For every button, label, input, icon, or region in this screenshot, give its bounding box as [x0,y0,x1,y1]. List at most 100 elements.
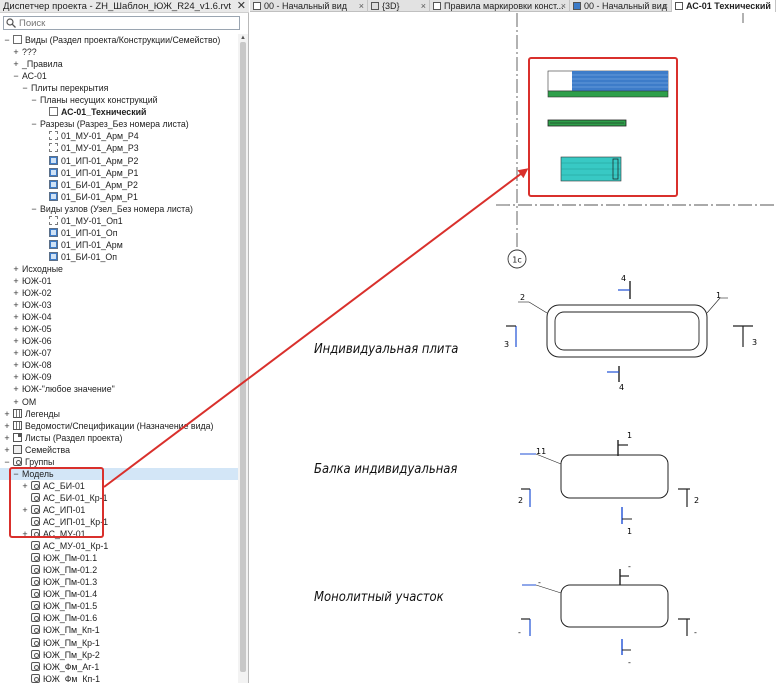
search-box[interactable] [3,16,240,30]
collapse-icon[interactable]: − [30,118,38,130]
tree-row[interactable]: − Плиты перекрытия [0,82,238,94]
tree-row-label: Исходные [22,263,63,274]
tree-row[interactable]: + Исходные [0,263,238,275]
tree-row[interactable]: ЮЖ_Пм_Кр-2 [0,649,238,661]
tree-row[interactable]: 01_МУ-01_Оп1 [0,215,238,227]
tree-row[interactable]: − Виды (Раздел проекта/Конструкции/Семейс… [0,34,238,46]
tree-row[interactable]: + _Правила [0,58,238,70]
close-icon[interactable]: × [421,0,426,12]
tree-row[interactable]: + ЮЖ-08 [0,359,238,371]
collapse-icon[interactable]: − [3,34,11,46]
tree-row[interactable]: − Группы [0,456,238,468]
view-tab[interactable]: 00 - Начальный вид × [250,0,368,12]
tree-row[interactable]: 01_МУ-01_Арм_Р4 [0,130,238,142]
expand-icon[interactable]: + [12,311,20,323]
tree-row[interactable]: 01_ИП-01_Оп [0,227,238,239]
expand-icon[interactable]: + [12,359,20,371]
tree-row[interactable]: + Легенды [0,408,238,420]
tree-row[interactable]: − АС-01 [0,70,238,82]
tree-row[interactable]: + ЮЖ-03 [0,299,238,311]
tree-row[interactable]: ЮЖ_Пм-01.5 [0,600,238,612]
tree-row[interactable]: − Виды узлов (Узел_Без номера листа) [0,203,238,215]
collapse-icon[interactable]: − [12,70,20,82]
browser-title-text: Диспетчер проекта - ZH_Шаблон_ЮЖ_R24_v1.… [3,1,232,12]
tree-row[interactable]: 01_ИП-01_Арм [0,239,238,251]
tree-row[interactable]: 01_ИП-01_Арм_Р1 [0,167,238,179]
tree-row[interactable]: + ЮЖ-"любое значение" [0,383,238,395]
tree-row-label: Ведомости/Спецификации (Назначение вида) [25,420,214,431]
expand-icon[interactable]: + [12,287,20,299]
expand-icon[interactable]: + [12,275,20,287]
collapse-icon[interactable]: − [30,203,38,215]
expand-icon[interactable]: + [12,396,20,408]
sheet-icon [433,2,441,10]
tree-row[interactable]: ЮЖ_Фм_Кп-1 [0,673,238,683]
tree-row[interactable]: ЮЖ_Пм-01.3 [0,576,238,588]
expand-icon[interactable]: + [3,408,11,420]
expand-icon[interactable]: + [3,444,11,456]
tree-row[interactable]: − Разрезы (Разрез_Без номера листа) [0,118,238,130]
tree-row[interactable]: + ЮЖ-05 [0,323,238,335]
expand-icon[interactable]: + [12,383,20,395]
scroll-up-icon[interactable]: ▲ [239,34,247,42]
close-icon[interactable]: × [663,0,668,12]
tree-row[interactable]: − Планы несущих конструкций [0,94,238,106]
search-input[interactable] [19,17,234,29]
collapse-icon[interactable]: − [21,82,29,94]
tree-row[interactable]: ЮЖ_Пм-01.1 [0,552,238,564]
close-icon[interactable]: × [561,0,566,12]
tree-row[interactable]: ЮЖ_Пм-01.6 [0,612,238,624]
group-icon [31,577,40,587]
tree-row[interactable]: + Ведомости/Спецификации (Назначение вида… [0,420,238,432]
tree-row[interactable]: + ЮЖ-04 [0,311,238,323]
view-tab[interactable]: {3D} × [368,0,430,12]
close-icon[interactable]: ✕ [237,0,246,12]
monolith-section[interactable] [521,569,690,655]
tree-row[interactable]: + ЮЖ-09 [0,371,238,383]
expand-icon[interactable]: + [12,371,20,383]
tree-row[interactable]: 01_БИ-01_Оп [0,251,238,263]
tree-row[interactable]: АС_МУ-01_Кр-1 [0,540,238,552]
tree-row[interactable]: ЮЖ_Пм_Кп-1 [0,624,238,636]
tree-row[interactable]: + Семейства [0,444,238,456]
expand-icon[interactable]: + [12,323,20,335]
view-tab[interactable]: АС-01 Технический [672,0,776,12]
tree-row[interactable]: ЮЖ_Пм-01.4 [0,588,238,600]
collapse-icon[interactable]: − [3,456,11,468]
expand-icon[interactable]: + [12,46,20,58]
view-tab[interactable]: Правила маркировки конст... × [430,0,570,12]
monolith-mark-right: - [694,628,697,637]
expand-icon[interactable]: + [12,299,20,311]
slab-tag-right: 1 [716,291,721,300]
view-tab[interactable]: 00 - Начальный вид × [570,0,672,12]
tree-row[interactable]: 01_БИ-01_Арм_Р2 [0,179,238,191]
tree-row[interactable]: + ОМ [0,396,238,408]
expand-icon[interactable]: + [12,263,20,275]
tree-row[interactable]: ЮЖ_Пм_Кр-1 [0,637,238,649]
tree-row[interactable]: 01_ИП-01_Арм_Р2 [0,155,238,167]
tree-row[interactable]: + ЮЖ-07 [0,347,238,359]
collapse-icon[interactable]: − [30,94,38,106]
tree-row-label: Семейства [25,444,70,455]
tree-row[interactable]: 01_БИ-01_Арм_Р1 [0,191,238,203]
expand-icon[interactable]: + [12,58,20,70]
tree-row[interactable]: +??? [0,46,238,58]
group-icon [31,601,40,611]
tree-row[interactable]: + ЮЖ-06 [0,335,238,347]
tree-row[interactable]: ЮЖ_Пм-01.2 [0,564,238,576]
tree-row-label: Разрезы (Разрез_Без номера листа) [40,119,189,130]
tree-row[interactable]: + ЮЖ-02 [0,287,238,299]
tree-row[interactable]: ЮЖ_Фм_Аг-1 [0,661,238,673]
tree-row[interactable]: 01_МУ-01_Арм_Р3 [0,142,238,154]
browser-scroll-thumb[interactable] [240,42,246,672]
tree-row[interactable]: + ЮЖ-01 [0,275,238,287]
close-icon[interactable]: × [359,0,364,12]
expand-icon[interactable]: + [3,420,11,432]
tree-row[interactable]: АС-01_Технический [0,106,238,118]
slab-mark-bottom: 4 [619,383,624,392]
expand-icon[interactable]: + [3,432,11,444]
tree-row[interactable]: + Листы (Раздел проекта) [0,432,238,444]
drawing-canvas[interactable]: 1с 4 4 3 3 2 1 1 1 2 2 11 - - - - - Инди… [250,13,776,683]
expand-icon[interactable]: + [12,347,20,359]
expand-icon[interactable]: + [12,335,20,347]
